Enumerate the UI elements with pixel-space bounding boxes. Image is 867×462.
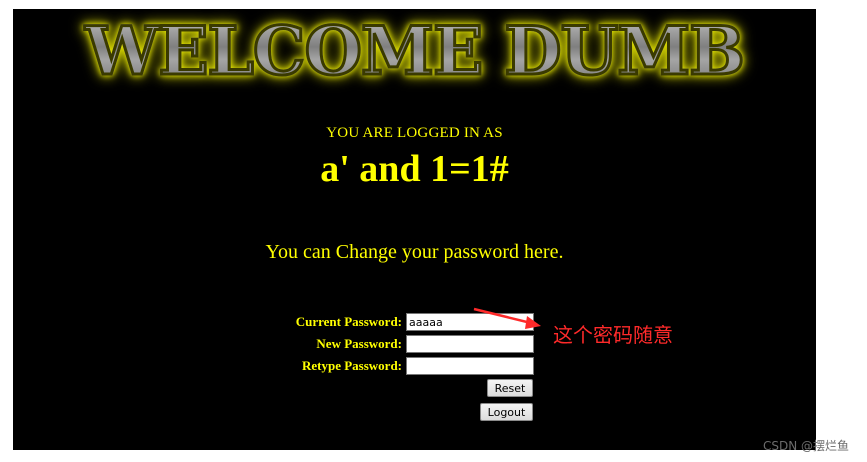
retype-password-input[interactable] [406, 357, 534, 375]
new-password-input[interactable] [406, 335, 534, 353]
current-password-row: Current Password: [222, 313, 534, 331]
current-password-input[interactable] [406, 313, 534, 331]
new-password-label: New Password: [316, 336, 402, 351]
new-password-row: New Password: [222, 335, 534, 353]
retype-password-row: Retype Password: [222, 357, 534, 375]
welcome-banner: WELCOME DUMB [13, 9, 816, 93]
browser-viewport: WELCOME DUMB YOU ARE LOGGED IN AS a' and… [13, 9, 816, 450]
current-password-label: Current Password: [295, 314, 402, 329]
logout-button[interactable]: Logout [480, 403, 533, 421]
logged-in-label: YOU ARE LOGGED IN AS [326, 125, 503, 141]
change-password-heading: You can Change your password here. [265, 241, 564, 263]
reset-button[interactable]: Reset [487, 379, 533, 397]
username-display: a' and 1=1# [320, 148, 509, 190]
page: WELCOME DUMB YOU ARE LOGGED IN AS a' and… [0, 0, 867, 462]
annotation-note: 这个密码随意 [553, 323, 673, 347]
retype-password-label: Retype Password: [301, 358, 402, 373]
csdn-watermark: CSDN @摆烂鱼 [762, 439, 849, 453]
